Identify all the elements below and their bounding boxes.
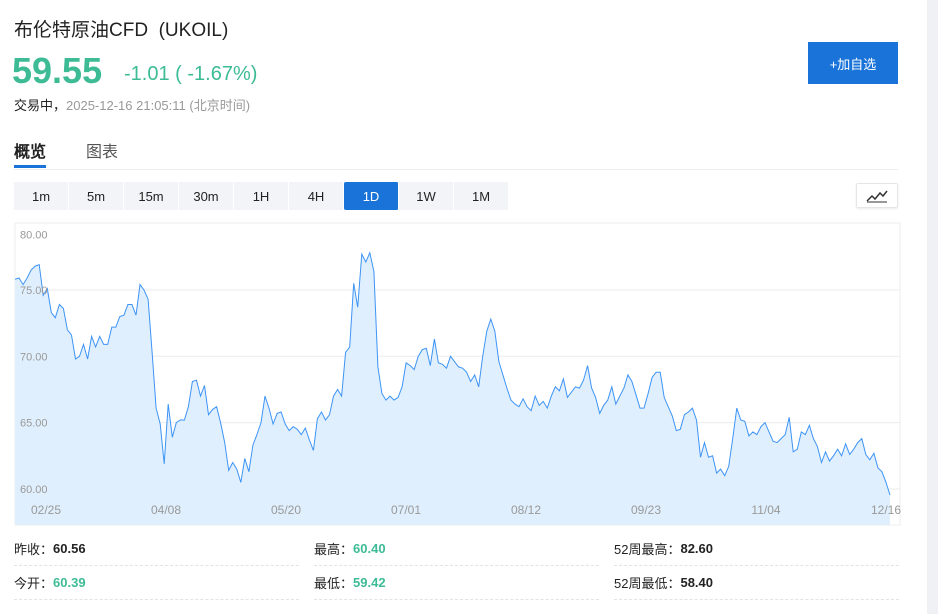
period-1D[interactable]: 1D: [344, 182, 399, 210]
stat-item: 今开： 60.39: [14, 566, 299, 600]
period-30m[interactable]: 30m: [179, 182, 234, 210]
x-tick-label: 04/08: [151, 503, 181, 517]
x-tick-label: 08/12: [511, 503, 541, 517]
stat-value: 59.42: [353, 575, 386, 590]
x-tick-label: 12/16: [871, 503, 901, 517]
line-chart-icon: [866, 190, 888, 202]
add-to-watchlist-button[interactable]: +加自选: [808, 42, 898, 84]
y-tick-label: 60.00: [20, 484, 48, 496]
instrument-title: 布伦特原油CFD (UKOIL): [14, 20, 229, 41]
chart-type-button[interactable]: [856, 183, 898, 208]
stat-value: 82.60: [680, 541, 714, 556]
stat-label: 最低：: [314, 576, 354, 591]
period-15m[interactable]: 15m: [124, 182, 179, 210]
stat-value: 58.40: [680, 575, 714, 590]
last-price: 59.55: [12, 50, 103, 91]
tab-divider: [14, 169, 898, 170]
stat-item: 52周最低： 58.40: [614, 566, 899, 600]
period-1m[interactable]: 1m: [14, 182, 69, 210]
stat-item: 最高： 60.40: [314, 532, 599, 566]
stat-item: 昨收： 60.56: [14, 532, 299, 566]
period-5m[interactable]: 5m: [69, 182, 124, 210]
y-tick-label: 75.00: [20, 285, 48, 297]
tab-chart[interactable]: 图表: [86, 138, 118, 162]
x-tick-label: 09/23: [631, 503, 661, 517]
stat-label: 52周最低：: [614, 576, 681, 591]
x-tick-label: 07/01: [391, 503, 421, 517]
y-tick-label: 65.00: [20, 418, 48, 430]
period-selector: 1m 5m 15m 30m 1H 4H 1D 1W 1M: [14, 182, 509, 210]
tab-overview[interactable]: 概览: [14, 138, 46, 162]
y-tick-label: 70.00: [20, 351, 48, 363]
status-label: 交易中，: [14, 98, 67, 113]
trading-status: 交易中，2025-12-16 21:05:11 (北京时间): [14, 95, 250, 114]
stat-item: 52周最高： 82.60: [614, 532, 899, 566]
period-4H[interactable]: 4H: [289, 182, 344, 210]
price-chart: 60.00 65.00 70.00 75.00 80.00 02/25 04/08 05/20…: [14, 222, 901, 526]
timestamp: 2025-12-16 21:05:11 (北京时间): [66, 98, 251, 113]
x-tick-label: 11/04: [751, 503, 780, 517]
price-change: -1.01 ( -1.67%): [124, 63, 258, 85]
period-1W[interactable]: 1W: [399, 182, 454, 210]
x-tick-label: 02/25: [31, 503, 61, 517]
period-1H[interactable]: 1H: [234, 182, 289, 210]
x-tick-label: 05/20: [271, 503, 301, 517]
period-1M[interactable]: 1M: [454, 182, 509, 210]
stat-value: 60.39: [53, 575, 86, 590]
stat-value: 60.56: [53, 541, 86, 556]
stat-value: 60.40: [353, 541, 386, 556]
stat-item: 最低： 59.42: [314, 566, 599, 600]
stats-grid: 昨收： 60.56 最高： 60.40 52周最高： 82.60 今开： 60.39 最低： 59…: [14, 532, 899, 600]
y-tick-label: 80.00: [20, 230, 48, 242]
stat-label: 昨收：: [14, 542, 54, 557]
stat-label: 最高：: [314, 542, 354, 557]
stat-label: 今开：: [14, 576, 54, 591]
scrollbar[interactable]: [927, 0, 938, 614]
active-tab-indicator: [14, 165, 46, 168]
stat-label: 52周最高：: [614, 542, 681, 557]
